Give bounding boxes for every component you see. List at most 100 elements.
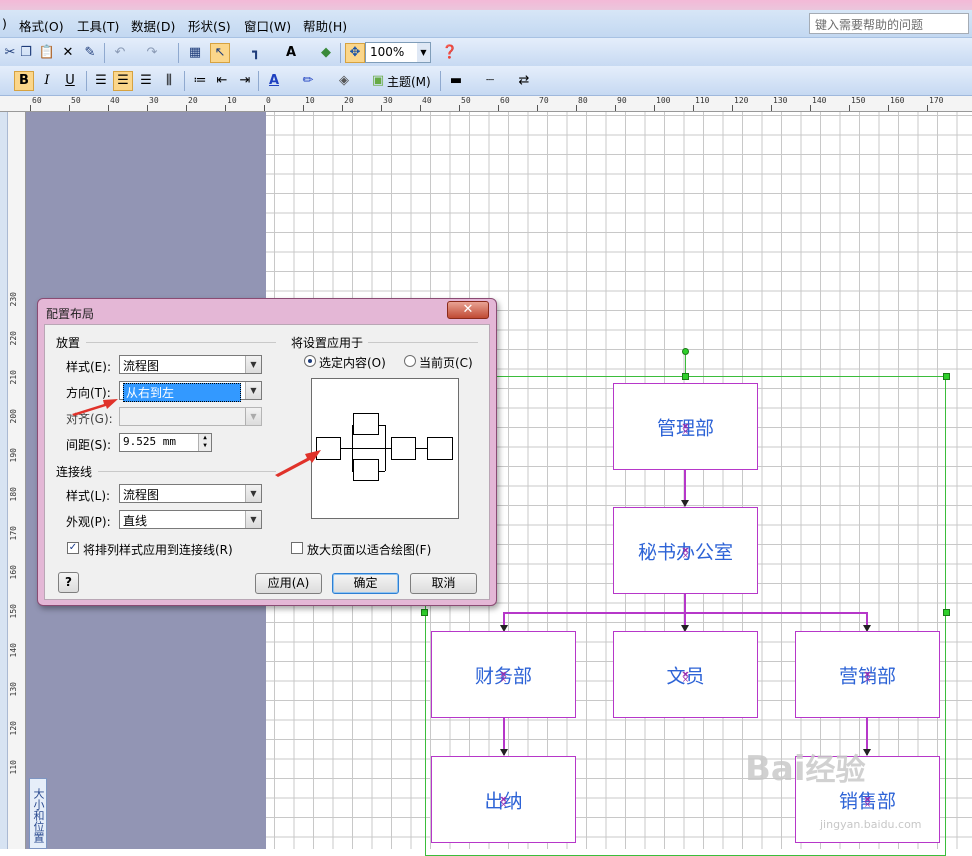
theme-button[interactable]: 主题(M) [387, 73, 431, 90]
chevron-down-icon: ▼ [245, 511, 261, 528]
org-box-marketing[interactable]: 营销部 × × × [795, 631, 940, 718]
apply-arrange-checkbox[interactable]: ✓ [67, 542, 79, 554]
underline-button[interactable]: U [60, 71, 80, 91]
chevron-down-icon: ▼ [417, 43, 430, 62]
line-color-icon[interactable]: ✏ [298, 71, 318, 91]
help-icon[interactable]: ❓ [440, 43, 460, 63]
org-box-finance[interactable]: 财务部 × × × [431, 631, 576, 718]
ruler-tick [888, 105, 889, 111]
layout-preview [311, 378, 459, 519]
decrease-indent-icon[interactable]: ⇤ [212, 71, 232, 91]
increase-indent-icon[interactable]: ⇥ [235, 71, 255, 91]
menu-format[interactable]: 格式(O) [19, 16, 64, 35]
style-value: 流程图 [123, 359, 160, 373]
copy-icon[interactable]: ❐ [16, 43, 36, 63]
bold-button[interactable]: B [14, 71, 34, 91]
align-center-icon[interactable]: ☰ [113, 71, 133, 91]
spacing-label: 间距(S): [66, 438, 112, 452]
line-weight-icon[interactable]: ▬ [446, 71, 466, 91]
italic-button[interactable]: I [37, 71, 57, 91]
text-tool-icon[interactable]: A [281, 43, 301, 63]
help-search-input[interactable]: 键入需要帮助的问题 [809, 13, 969, 34]
menu-data[interactable]: 数据(D) [131, 16, 175, 35]
ruler-tick [147, 105, 148, 111]
appearance-label: 外观(P): [66, 515, 111, 529]
font-color-icon[interactable]: A [264, 71, 284, 91]
appearance-select[interactable]: 直线 ▼ [119, 510, 262, 529]
connector-style-value: 流程图 [123, 488, 160, 502]
undo-icon[interactable]: ↶ [110, 43, 130, 63]
org-box-clerk[interactable]: 文员 × × × [613, 631, 758, 718]
style-select[interactable]: 流程图 ▼ [119, 355, 262, 374]
align-select[interactable]: ▼ [119, 407, 262, 426]
ruler-tick [108, 105, 109, 111]
size-position-tab[interactable]: 大小和位置 [29, 778, 47, 849]
ok-button[interactable]: 确定 [332, 573, 399, 594]
horizontal-ruler: 60 50 40 30 20 10 0 10 20 30 40 50 60 70 80 90 100 110 120… [0, 96, 972, 112]
enlarge-page-checkbox[interactable] [291, 542, 303, 554]
delete-icon[interactable]: ✕ [58, 43, 78, 63]
org-box-cashier[interactable]: 出纳 × × × [431, 756, 576, 843]
apply-to-label: 将设置应用于 [291, 336, 364, 350]
apply-button[interactable]: 应用(A) [255, 573, 322, 594]
org-box-secretary-office[interactable]: 秘书办公室 × × × [613, 507, 758, 594]
menu-window[interactable]: 窗口(W) [244, 16, 291, 35]
menu-shape[interactable]: 形状(S) [188, 16, 231, 35]
ruler-tick [381, 105, 382, 111]
theme-icon[interactable]: ▣ [368, 71, 388, 91]
pan-zoom-icon[interactable]: ✥ [345, 43, 365, 63]
paste-icon[interactable]: 📋 [37, 43, 57, 63]
rotation-handle[interactable] [682, 348, 689, 355]
watermark-logo: Bai经验 [745, 749, 866, 789]
line-pattern-icon[interactable]: ┈ [480, 71, 500, 91]
menu-fragment[interactable]: ) [2, 16, 7, 31]
pointer-tool-icon[interactable]: ↖ [210, 43, 230, 63]
zoom-select[interactable]: 100% ▼ [365, 42, 431, 63]
ruler-tick-label: 170 [929, 96, 944, 105]
close-button[interactable]: ✕ [447, 301, 489, 319]
radio-selection[interactable] [304, 355, 316, 367]
ruler-tick-label: 30 [383, 96, 393, 105]
connector-style-select[interactable]: 流程图 ▼ [119, 484, 262, 503]
ruler-tick-label: 50 [461, 96, 471, 105]
ruler-tick-label: 220 [9, 331, 18, 346]
ruler-tick-label: 50 [71, 96, 81, 105]
align-right-icon[interactable]: ☰ [136, 71, 156, 91]
connector-arrowhead [500, 749, 508, 756]
selection-handle-right[interactable] [943, 609, 950, 616]
help-button[interactable]: ? [58, 572, 79, 593]
ruler-tick-label: 10 [227, 96, 237, 105]
fill-color-icon[interactable]: ◈ [334, 71, 354, 91]
radio-current-page[interactable] [404, 355, 416, 367]
direction-select[interactable]: 从右到左 ▼ [119, 381, 262, 402]
ruler-tick [186, 105, 187, 111]
align-vertical-icon[interactable]: ⫼ [159, 71, 179, 91]
connector-tool-icon[interactable]: ┓ [246, 43, 266, 63]
ruler-tick-label: 180 [9, 487, 18, 502]
spin-arrows-icon[interactable]: ▲ ▼ [198, 434, 211, 451]
selection-handle-top[interactable] [682, 373, 689, 380]
spacing-spinner[interactable]: 9.525 mm ▲ ▼ [119, 433, 212, 452]
shapes-icon[interactable]: ▦ [185, 43, 205, 63]
selection-handle-top-right[interactable] [943, 373, 950, 380]
menu-tools[interactable]: 工具(T) [77, 16, 119, 35]
format-painter-icon[interactable]: ✎ [80, 43, 100, 63]
line-ends-icon[interactable]: ⇄ [514, 71, 534, 91]
org-box-management[interactable]: 管理部 × × × [613, 383, 758, 470]
bullets-icon[interactable]: ≔ [190, 71, 210, 91]
stamp-icon[interactable]: ◆ [316, 43, 336, 63]
cancel-button[interactable]: 取消 [410, 573, 477, 594]
connection-point: × [681, 674, 690, 685]
redo-icon[interactable]: ↷ [142, 43, 162, 63]
spacing-value: 9.525 mm [123, 435, 176, 448]
section-divider [368, 342, 478, 343]
ruler-tick [810, 105, 811, 111]
align-left-icon[interactable]: ☰ [91, 71, 111, 91]
ruler-tick [732, 105, 733, 111]
ruler-tick [615, 105, 616, 111]
formatting-toolbar: B I U ☰ ☰ ☰ ⫼ ≔ ⇤ ⇥ A ✏ ◈ ▣ 主题(M) ▬ ┈ ⇄ [0, 66, 972, 96]
ruler-tick-label: 20 [344, 96, 354, 105]
menu-help[interactable]: 帮助(H) [303, 16, 347, 35]
ruler-tick-label: 70 [539, 96, 549, 105]
selection-handle-left[interactable] [421, 609, 428, 616]
